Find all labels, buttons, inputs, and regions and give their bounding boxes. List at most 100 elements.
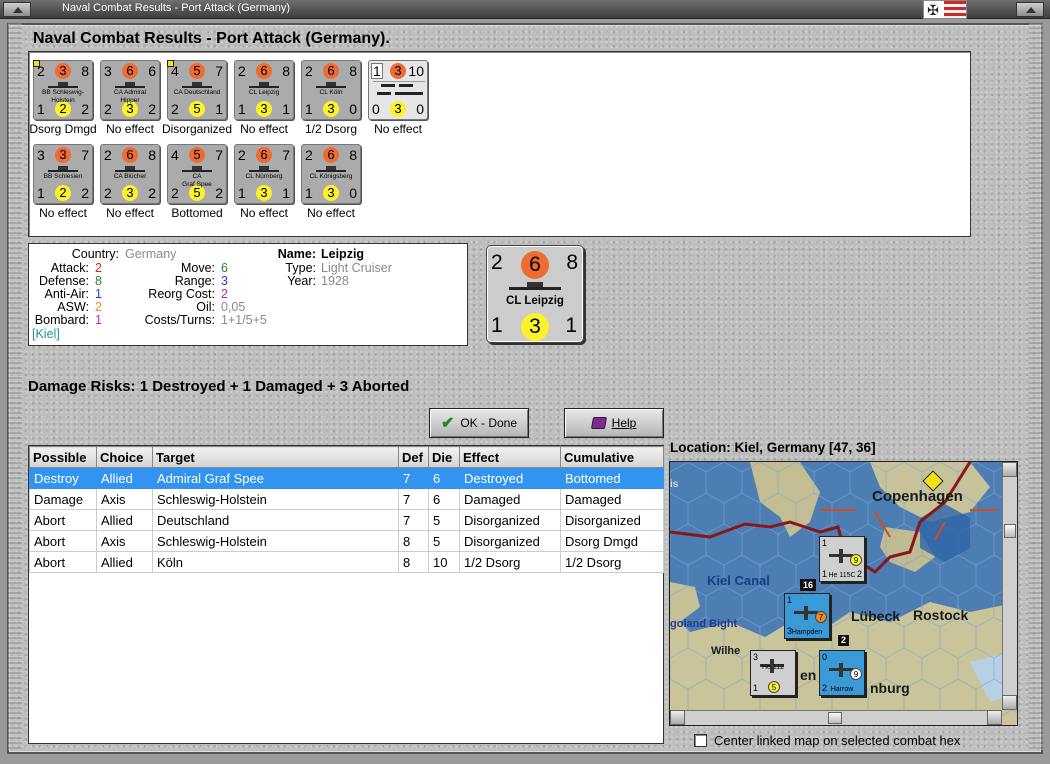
column-header[interactable]: Cumulative — [560, 446, 664, 468]
unit-effect: Bottomed — [171, 206, 223, 220]
table-cell: Damaged — [459, 488, 561, 510]
ship-unit[interactable]: 2 6 7 1 3 1 CL Nürnberg No effect — [234, 144, 294, 220]
vertical-scroll-thumb[interactable] — [1004, 524, 1016, 538]
counter-name: CL Leipzig — [506, 295, 564, 307]
scroll-right-button[interactable] — [987, 710, 1002, 725]
attack-value: 6 — [122, 147, 138, 163]
column-header[interactable]: Target — [152, 446, 399, 468]
table-row[interactable]: Destroy Allied Admiral Graf Spee 7 6 Destroye… — [29, 467, 664, 489]
unit-counter[interactable]: 4 5 7 2 5 2 CA Graf Spee — [167, 144, 227, 204]
ship-unit[interactable]: 2 6 8 1 3 0 CL Köln 1/2 Dsorg — [301, 60, 361, 136]
map-label-hamburg: nburg — [870, 680, 910, 696]
defense-value: 3 — [122, 185, 138, 201]
unit-name: BB Schleswig- Holstein — [42, 89, 84, 104]
column-header[interactable]: Die — [428, 446, 460, 468]
ship-unit[interactable]: 4 5 7 2 5 2 CA Graf Spee Bottomed — [167, 144, 227, 220]
map-unit-harrow[interactable]: 0 9 Harrow 2 — [819, 650, 865, 696]
stack-count-badge-2: 2 — [838, 635, 849, 646]
center-map-option[interactable]: Center linked map on selected combat hex — [694, 733, 960, 748]
ship-unit[interactable]: 3 6 6 2 3 2 CA Admiral Hipper No effect — [100, 60, 160, 136]
counter-bottom-left: 1 — [305, 185, 313, 201]
counter-tr: 8 — [566, 251, 578, 274]
scroll-down-button[interactable] — [1002, 695, 1017, 710]
system-menu-button[interactable] — [3, 2, 31, 17]
table-row[interactable]: Damage Axis Schleswig-Holstein 7 6 Damaged Dam… — [29, 488, 664, 510]
ship-icon — [249, 82, 279, 88]
linked-map[interactable]: Copenhagen Kiel Canal Lübeck Rostock gol… — [669, 461, 1018, 726]
table-row[interactable]: Abort Axis Schleswig-Holstein 8 5 Disorganize… — [29, 530, 664, 552]
ship-unit[interactable]: 2 6 8 1 3 1 CL Leipzig No effect — [234, 60, 294, 136]
unit-counter[interactable]: 2 6 8 1 3 0 CL Köln — [301, 60, 361, 120]
horizontal-scroll-thumb[interactable] — [828, 712, 842, 724]
ship-unit[interactable]: 2 6 8 1 3 0 CL Königsberg No effect — [301, 144, 361, 220]
country-value: Germany — [125, 247, 177, 261]
map-unit-he112[interactable]: 3 He 112 5 1 — [750, 650, 796, 696]
table-cell: 6 — [428, 467, 460, 489]
column-header[interactable]: Choice — [96, 446, 153, 468]
map-horizontal-scrollbar[interactable] — [670, 710, 1002, 725]
table-cell: 10 — [428, 551, 460, 573]
table-cell: Deutschland — [152, 509, 399, 531]
column-header[interactable]: Effect — [459, 446, 561, 468]
counter-bottom-left: 1 — [238, 101, 246, 117]
unit-effect: No effect — [39, 206, 87, 220]
map-vertical-scrollbar[interactable] — [1002, 462, 1017, 710]
counter-bottom-right: 0 — [349, 185, 357, 201]
hampden-badge: 7 — [815, 611, 827, 623]
counter-tl: 2 — [491, 251, 503, 274]
unit-counter[interactable]: 4 5 7 2 5 1 CA Deutschland — [167, 60, 227, 120]
unit-counter[interactable]: 2 6 8 2 3 2 CA Blücher — [100, 144, 160, 204]
ship-icon — [316, 82, 346, 88]
unit-counter[interactable]: 1 3 10 0 3 0 — [368, 60, 428, 120]
map-unit-hampden[interactable]: 1 7 Hampden 3 — [784, 593, 830, 639]
scroll-left-button[interactable] — [670, 710, 685, 725]
help-button[interactable]: Help — [564, 408, 664, 438]
map-label-copenhagen: Copenhagen — [872, 488, 963, 505]
column-header[interactable]: Possible — [29, 446, 97, 468]
unit-name: CL Leipzig — [248, 89, 280, 96]
maximize-button[interactable] — [1016, 2, 1044, 17]
counter-bottom-right: 2 — [81, 185, 89, 201]
table-row[interactable]: Abort Allied Deutschland 7 5 Disorganized Diso… — [29, 509, 664, 531]
ship-unit[interactable]: 2 3 8 1 2 2 BB Schleswig- Holstein Dsorg Dmgd — [29, 60, 97, 136]
center-map-label: Center linked map on selected combat hex — [714, 733, 961, 748]
he112-name: He 112 — [761, 664, 785, 671]
column-header[interactable]: Def — [398, 446, 429, 468]
harrow-tl: 0 — [822, 652, 828, 662]
attack-value: 3 — [55, 147, 71, 163]
scroll-up-button[interactable] — [1002, 462, 1017, 477]
ok-done-button[interactable]: ✔ OK - Done — [429, 408, 529, 438]
table-row[interactable]: Abort Allied Köln 8 10 1/2 Dsorg 1/2 Dsorg — [29, 551, 664, 573]
title-bar: Naval Combat Results - Port Attack (Germ… — [0, 0, 1050, 19]
status-marker-icon — [167, 60, 174, 67]
center-map-checkbox[interactable] — [694, 734, 707, 747]
unit-effect: No effect — [374, 122, 422, 136]
unit-counter[interactable]: 3 6 6 2 3 2 CA Admiral Hipper — [100, 60, 160, 120]
unit-counter[interactable]: 2 6 8 1 3 0 CL Königsberg — [301, 144, 361, 204]
counter-top-right: 8 — [81, 63, 89, 79]
selected-unit-counter: 2 6 8 CL Leipzig 1 3 1 — [486, 245, 584, 343]
unit-counter[interactable]: 2 6 8 1 3 1 CL Leipzig — [234, 60, 294, 120]
table-cell: Destroy — [29, 467, 97, 489]
unit-counter[interactable]: 2 3 8 1 2 2 BB Schleswig- Holstein — [33, 60, 93, 120]
unit-counter[interactable]: 3 3 7 1 2 2 BB Schlesien — [33, 144, 93, 204]
unit-effect: No effect — [307, 206, 355, 220]
map-unit-he115[interactable]: 1 9 He 115C 1 2 — [819, 536, 865, 582]
table-header-row: Possible Choice Target Def Die Effect Cumulati… — [29, 446, 664, 468]
ship-unit[interactable]: 2 6 8 2 3 2 CA Blücher No effect — [100, 144, 160, 220]
home-port-link[interactable]: [Kiel] — [32, 328, 60, 341]
table-cell: Disorganized — [459, 530, 561, 552]
ship-unit[interactable]: 4 5 7 2 5 1 CA Deutschland Disorganized — [162, 60, 232, 136]
counter-bottom-left: 2 — [171, 101, 179, 117]
book-icon — [590, 417, 607, 429]
ship-unit[interactable]: 3 3 7 1 2 2 BB Schlesien No effect — [33, 144, 93, 220]
counter-top-right: 6 — [148, 63, 156, 79]
unit-counter[interactable]: 2 6 7 1 3 1 CL Nürnberg — [234, 144, 294, 204]
page-title: Naval Combat Results - Port Attack (Germ… — [33, 30, 390, 47]
unit-name: CL Köln — [319, 89, 343, 96]
attack-value: 3 — [55, 63, 71, 79]
year-value: 1928 — [321, 274, 349, 288]
attack-value: 6 — [323, 63, 339, 79]
ship-unit[interactable]: 1 3 10 0 3 0 No effect — [368, 60, 428, 136]
counter-top-left: 1 — [371, 63, 383, 79]
